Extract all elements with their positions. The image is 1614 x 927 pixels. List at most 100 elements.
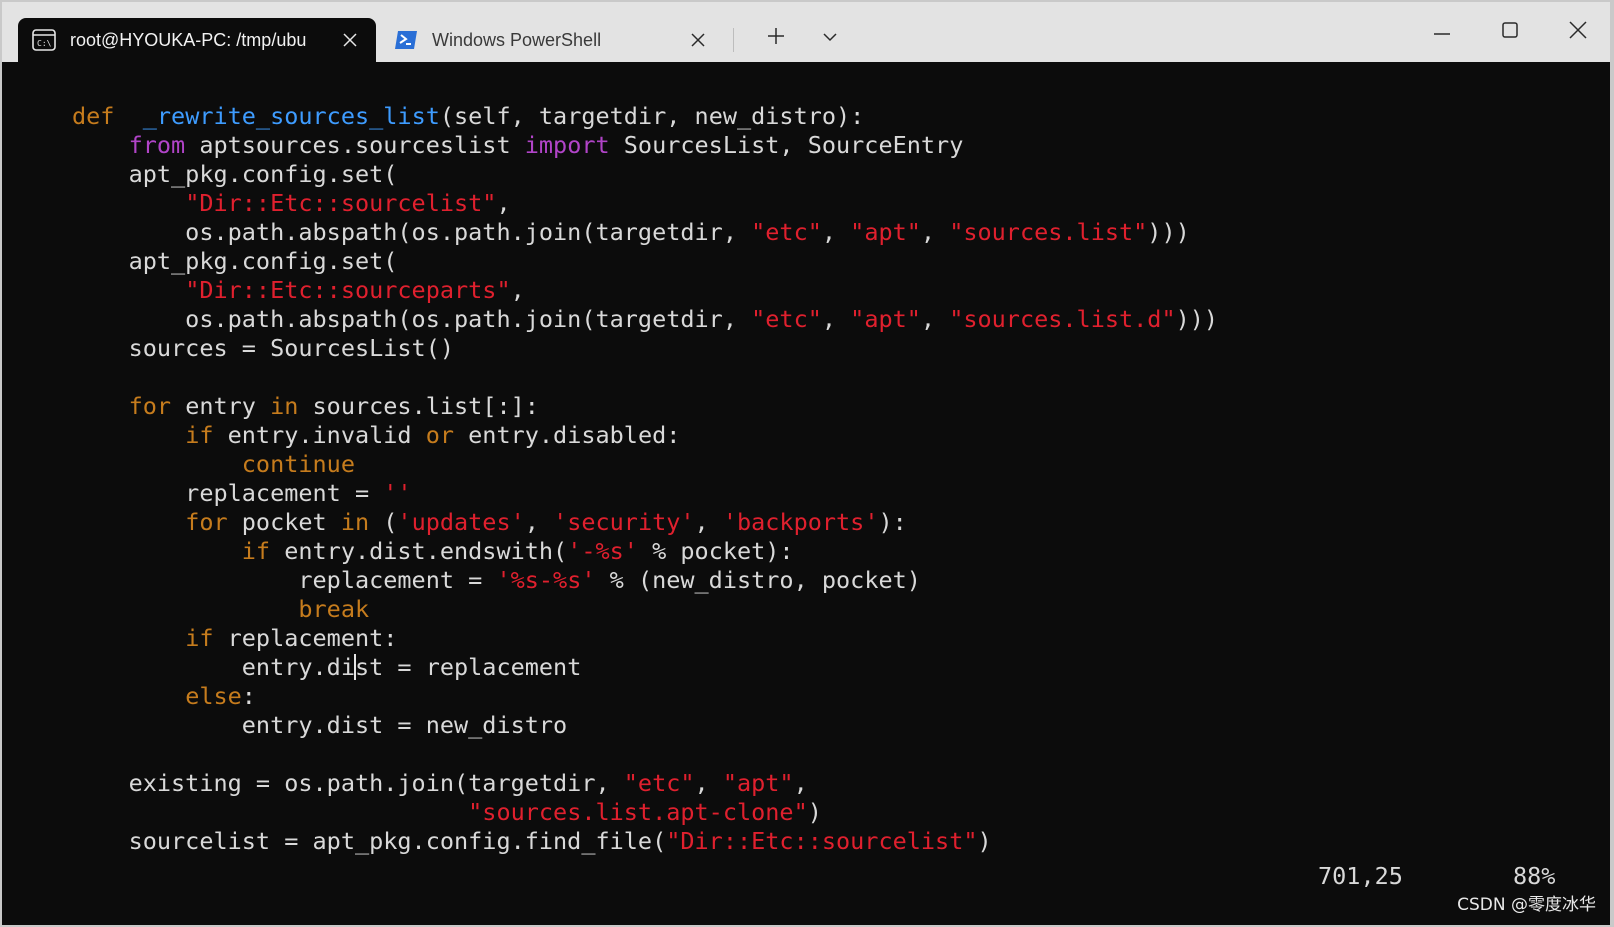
code-line: sourcelist = apt_pkg.config.find_file("D… [72,827,1218,856]
code-line: break [72,595,1218,624]
powershell-icon [394,29,418,51]
code-token: "sources.list.d" [949,305,1176,333]
code-token: for [128,392,172,420]
code-line: entry.dist = replacement [72,653,1218,682]
code-token: in [340,508,370,536]
tab-windows-powershell[interactable]: Windows PowerShell [380,18,724,62]
code-line: replacement = '' [72,479,1218,508]
code-token: else [185,682,242,710]
code-line: sources = SourcesList() [72,334,1218,363]
tab-label: Windows PowerShell [432,30,602,50]
code-line: os.path.abspath(os.path.join(targetdir, … [72,218,1218,247]
code-token: import [524,131,610,159]
code-token: "etc" [623,769,695,797]
code-line: apt_pkg.config.set( [72,160,1218,189]
code-token: entry.di [72,653,355,681]
code-line: for entry in sources.list[:]: [72,392,1218,421]
code-token: , [920,305,950,333]
close-tab-icon[interactable] [336,26,364,54]
code-token: "Dir::Etc::sourcelist" [185,189,497,217]
tab-dropdown-button[interactable] [808,18,852,58]
code-token: if [241,537,271,565]
code-line: "Dir::Etc::sourceparts", [72,276,1218,305]
code-token: 'updates' [397,508,525,536]
code-token: _rewrite_sources_list [142,102,440,130]
code-token: replacement = [72,566,497,594]
code-token: (self, targetdir, new_distro): [439,102,865,130]
minimize-icon [1433,23,1451,41]
chevron-down-icon [822,29,838,47]
close-window-button[interactable] [1544,2,1610,62]
code-token: , [694,508,723,536]
code-token: ) [807,798,822,826]
code-token: aptsources.sourceslist [185,131,525,159]
code-token: break [298,595,370,623]
code-token: , [920,218,950,246]
code-token: "apt" [850,218,921,246]
code-line: else: [72,682,1218,711]
code-token: , [694,769,723,797]
code-token: "sources.list" [949,218,1148,246]
code-token: , [821,305,851,333]
new-tab-button[interactable] [754,18,798,58]
code-token: for [185,508,228,536]
code-token: : [241,682,256,710]
code-line: "Dir::Etc::sourcelist", [72,189,1218,218]
code-token: , [510,276,525,304]
svg-text:C:\: C:\ [37,39,52,48]
code-token: 'security' [553,508,695,536]
code-token: , [821,218,851,246]
code-token: entry.dist = new_distro [72,711,568,739]
code-line: os.path.abspath(os.path.join(targetdir, … [72,305,1218,334]
code-token: from [128,131,186,159]
code-token: '' [383,479,412,507]
maximize-button[interactable] [1476,2,1544,62]
close-tab-icon[interactable] [684,26,712,54]
code-token: '%s-%s' [496,566,596,594]
title-bar: C:\ root@HYOUKA-PC: /tmp/ubu Windows Pow… [2,2,1610,62]
code-token: ))) [1175,305,1219,333]
code-token: , [496,189,511,217]
code-token: ) [977,827,992,855]
watermark-text: CSDN @零度冰华 [1457,895,1596,915]
code-line: existing = os.path.join(targetdir, "etc"… [72,769,1218,798]
terminal-window: C:\ root@HYOUKA-PC: /tmp/ubu Windows Pow… [2,2,1610,925]
maximize-icon [1502,21,1518,43]
tab-divider [733,28,734,52]
code-token: def [72,102,115,130]
plus-icon [767,27,785,50]
code-token: "sources.list.apt-clone" [468,798,808,826]
code-token: "etc" [751,218,822,246]
code-token: replacement: [213,624,398,652]
code-editor[interactable]: def _rewrite_sources_list(self, targetdi… [72,102,1218,856]
tab-root-terminal[interactable]: C:\ root@HYOUKA-PC: /tmp/ubu [18,18,376,62]
code-token: entry.dist.endswith( [270,537,568,565]
code-token: entry.disabled: [454,421,681,449]
code-token: if [185,421,214,449]
code-token: % pocket): [637,537,794,565]
code-token: st = replacement [354,653,582,681]
code-token: , [524,508,554,536]
code-token: "apt" [850,305,921,333]
minimize-button[interactable] [1408,2,1476,62]
code-token: sources = SourcesList() [72,334,455,362]
code-token: if [185,624,214,652]
code-token: entry.invalid [213,421,426,449]
code-line: if entry.dist.endswith('-%s' % pocket): [72,537,1218,566]
code-token: apt_pkg.config.set( [72,160,398,188]
code-token: os.path.abspath(os.path.join(targetdir, [72,218,752,246]
code-token: % (new_distro, pocket) [595,566,921,594]
code-token: "etc" [751,305,822,333]
code-token: or [425,421,455,449]
code-token: "Dir::Etc::sourceparts" [185,276,511,304]
